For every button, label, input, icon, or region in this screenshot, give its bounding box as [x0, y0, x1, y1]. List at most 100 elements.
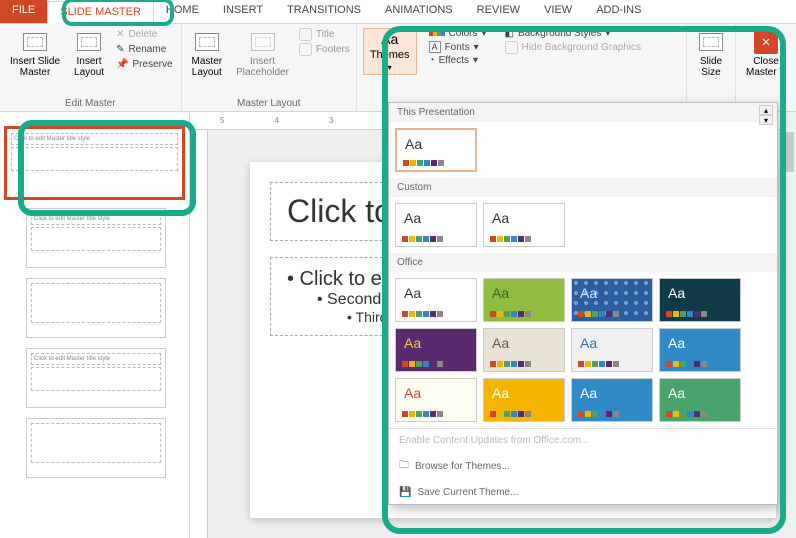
- color-swatch: [490, 236, 531, 242]
- theme-preview-text: Aa: [404, 335, 421, 351]
- insert-layout-button[interactable]: Insert Layout: [70, 28, 108, 80]
- layout-thumbnail[interactable]: Click to edit Master title style: [26, 208, 166, 268]
- tab-view[interactable]: VIEW: [532, 0, 584, 23]
- layout-thumbnail[interactable]: [26, 278, 166, 338]
- background-styles-dropdown[interactable]: ◧ Background Styles ▾: [505, 28, 642, 39]
- theme-tile[interactable]: Aa: [483, 328, 565, 372]
- insert-slide-master-button[interactable]: Insert Slide Master: [6, 28, 64, 80]
- scroll-up-icon[interactable]: ▴: [759, 105, 773, 115]
- color-swatch: [402, 361, 443, 367]
- color-swatch: [666, 361, 707, 367]
- master-layout-icon: [193, 30, 221, 54]
- browse-themes-link[interactable]: 🗀Browse for Themes...: [389, 452, 777, 481]
- tab-addins[interactable]: ADD-INS: [584, 0, 653, 23]
- colors-dropdown[interactable]: Colors ▾: [429, 28, 487, 39]
- tab-slide-master[interactable]: SLIDE MASTER: [47, 1, 154, 24]
- tab-animations[interactable]: ANIMATIONS: [373, 0, 465, 23]
- theme-tile[interactable]: Aa: [659, 378, 741, 422]
- theme-preview-text: Aa: [405, 136, 422, 152]
- master-layout-button[interactable]: Master Layout: [188, 28, 227, 80]
- tab-file[interactable]: FILE: [0, 0, 47, 23]
- scroll-thumb[interactable]: [782, 132, 794, 172]
- slide-size-button[interactable]: Slide Size: [693, 28, 729, 80]
- theme-preview-text: Aa: [492, 285, 509, 301]
- color-swatch: [403, 160, 444, 166]
- theme-tile[interactable]: Aa: [659, 328, 741, 372]
- color-swatch: [402, 236, 443, 242]
- color-swatch: [490, 361, 531, 367]
- vertical-scrollbar[interactable]: [780, 112, 796, 538]
- group-edit-master: Insert Slide Master Insert Layout ✕Delet…: [0, 24, 182, 111]
- layout-thumbnail[interactable]: Click to edit Master title style: [26, 348, 166, 408]
- close-master-button[interactable]: ✕ Close Master V: [742, 28, 790, 80]
- group-label: Master Layout: [237, 98, 300, 109]
- themes-gallery-dropdown: ▴ ▾ This Presentation Aa Custom AaAa Off…: [388, 102, 778, 505]
- theme-tile[interactable]: Aa: [571, 378, 653, 422]
- theme-preview-text: Aa: [492, 385, 509, 401]
- layout-thumbnail[interactable]: [26, 418, 166, 478]
- themes-button[interactable]: Aa Themes ▾: [363, 28, 417, 75]
- theme-tile[interactable]: Aa: [395, 378, 477, 422]
- folder-icon: 🗀: [399, 458, 409, 475]
- hide-background-checkbox[interactable]: Hide Background Graphics: [505, 41, 642, 54]
- theme-preview-text: Aa: [404, 285, 421, 301]
- fonts-icon: A: [429, 41, 441, 53]
- theme-preview-text: Aa: [580, 285, 597, 301]
- theme-tile[interactable]: Aa: [571, 328, 653, 372]
- color-swatch: [402, 411, 443, 417]
- theme-tile[interactable]: Aa: [483, 203, 565, 247]
- colors-icon: [429, 28, 445, 39]
- theme-preview-text: Aa: [668, 285, 685, 301]
- group-edit-theme: Aa Themes ▾ Colors ▾ A Fonts ▾ ◔ Effects…: [357, 24, 687, 111]
- tab-insert[interactable]: INSERT: [211, 0, 275, 23]
- theme-tile[interactable]: Aa: [483, 378, 565, 422]
- theme-tile[interactable]: Aa: [395, 128, 477, 172]
- color-swatch: [578, 411, 619, 417]
- rename-button[interactable]: ✎Rename: [114, 43, 174, 56]
- theme-preview-text: Aa: [668, 335, 685, 351]
- theme-tile[interactable]: Aa: [395, 278, 477, 322]
- theme-tile[interactable]: Aa: [483, 278, 565, 322]
- tab-review[interactable]: REVIEW: [465, 0, 532, 23]
- themes-icon: Aa: [381, 31, 398, 47]
- theme-tile[interactable]: Aa: [395, 328, 477, 372]
- section-header: Office: [389, 253, 777, 272]
- fonts-dropdown[interactable]: A Fonts ▾: [429, 41, 487, 53]
- theme-tile[interactable]: Aa: [395, 203, 477, 247]
- slide-master-thumbnail[interactable]: Click to edit Master title style: [6, 128, 183, 198]
- effects-dropdown[interactable]: ◔ Effects ▾: [429, 55, 487, 66]
- color-swatch: [402, 311, 443, 317]
- color-swatch: [578, 311, 619, 317]
- save-current-theme-link[interactable]: 💾Save Current Theme...: [389, 481, 777, 504]
- save-icon: 💾: [399, 487, 411, 498]
- delete-button[interactable]: ✕Delete: [114, 28, 174, 41]
- color-swatch: [666, 311, 707, 317]
- scroll-down-icon[interactable]: ▾: [759, 115, 773, 125]
- theme-preview-text: Aa: [580, 385, 597, 401]
- group-master-layout: Master Layout Insert Placeholder Title F…: [182, 24, 357, 111]
- tab-transitions[interactable]: TRANSITIONS: [275, 0, 373, 23]
- footers-checkbox[interactable]: Footers: [299, 43, 350, 56]
- vertical-ruler[interactable]: [190, 130, 208, 538]
- background-icon: ◧: [505, 28, 514, 39]
- group-close: ✕ Close Master V: [736, 24, 796, 111]
- gallery-scroll-arrows: ▴ ▾: [759, 105, 773, 125]
- tab-bar: FILE SLIDE MASTER HOME INSERT TRANSITION…: [0, 0, 796, 24]
- theme-tile[interactable]: Aa: [571, 278, 653, 322]
- group-label: Edit Master: [65, 98, 116, 109]
- theme-tile[interactable]: Aa: [659, 278, 741, 322]
- theme-preview-text: Aa: [404, 210, 421, 226]
- preserve-button[interactable]: 📌Preserve: [114, 58, 174, 71]
- color-swatch: [490, 411, 531, 417]
- title-checkbox[interactable]: Title: [299, 28, 350, 41]
- pin-icon: 📌: [116, 59, 128, 70]
- insert-placeholder-button[interactable]: Insert Placeholder: [232, 28, 293, 80]
- section-header: Custom: [389, 178, 777, 197]
- group-size: Slide Size: [687, 24, 736, 111]
- layout-icon: [75, 30, 103, 54]
- tab-home[interactable]: HOME: [154, 0, 211, 23]
- theme-preview-text: Aa: [492, 210, 509, 226]
- section-header: This Presentation: [389, 103, 777, 122]
- effects-icon: ◔: [429, 55, 435, 66]
- thumbnail-pane[interactable]: Click to edit Master title style Click t…: [0, 112, 190, 538]
